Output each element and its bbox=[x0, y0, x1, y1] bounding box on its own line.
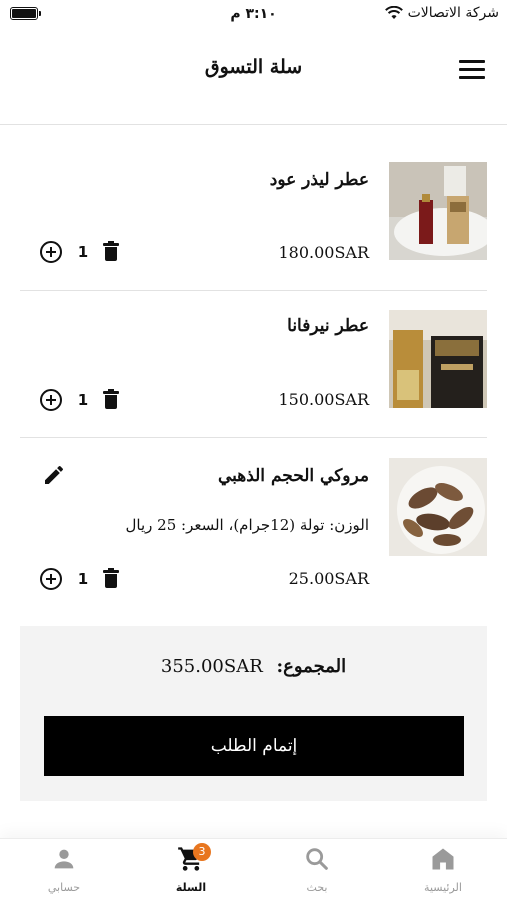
delete-icon[interactable] bbox=[103, 568, 119, 588]
item-name: عطر ليذر عود bbox=[269, 170, 369, 190]
item-name: عطر نيرفانا bbox=[287, 316, 369, 336]
header-divider bbox=[0, 124, 507, 125]
item-options: الوزن: تولة (12جرام)، السعر: 25 ريال bbox=[125, 516, 370, 534]
nav-item-search[interactable]: بحث bbox=[277, 845, 357, 894]
home-icon bbox=[432, 848, 454, 870]
item-quantity: 1 bbox=[77, 243, 89, 261]
item-price: 150.00SAR bbox=[278, 390, 369, 409]
bottom-nav: حسابي 3 السلة بحث الرئيسية bbox=[0, 838, 507, 900]
checkout-button[interactable]: إتمام الطلب bbox=[44, 716, 464, 776]
search-icon bbox=[306, 848, 328, 870]
app-header: سلة التسوق bbox=[0, 42, 507, 102]
item-divider bbox=[20, 290, 487, 291]
increase-quantity-button[interactable] bbox=[40, 568, 62, 590]
cart-item-golden-moroki: مروكي الحجم الذهبي الوزن: تولة (12جرام)،… bbox=[20, 458, 487, 598]
battery-icon bbox=[10, 7, 41, 20]
page-title: سلة التسوق bbox=[204, 56, 303, 78]
menu-icon[interactable] bbox=[459, 60, 485, 82]
edit-icon[interactable] bbox=[42, 463, 66, 487]
item-quantity: 1 bbox=[77, 570, 89, 588]
order-total: المجموع: 355.00SAR bbox=[20, 656, 487, 677]
quantity-control: 1 bbox=[40, 389, 119, 411]
status-bar: شركة الاتصالات ٣:١٠ م bbox=[0, 0, 507, 28]
order-summary: المجموع: 355.00SAR إتمام الطلب bbox=[20, 626, 487, 801]
delete-icon[interactable] bbox=[103, 241, 119, 261]
item-quantity: 1 bbox=[77, 391, 89, 409]
quantity-control: 1 bbox=[40, 241, 119, 263]
nav-item-home[interactable]: الرئيسية bbox=[403, 845, 483, 894]
nav-label: حسابي bbox=[47, 881, 81, 894]
cart-item-leather-oud: عطر ليذر عود 180.00SAR 1 bbox=[20, 162, 487, 263]
item-price: 25.00SAR bbox=[288, 569, 369, 588]
nav-label: الرئيسية bbox=[424, 881, 462, 894]
item-price: 180.00SAR bbox=[278, 243, 369, 262]
nav-label: بحث bbox=[306, 881, 328, 894]
nav-item-account[interactable]: حسابي bbox=[24, 845, 104, 894]
increase-quantity-button[interactable] bbox=[40, 241, 62, 263]
product-image-leather-oud bbox=[389, 162, 487, 260]
increase-quantity-button[interactable] bbox=[40, 389, 62, 411]
total-value: 355.00SAR bbox=[160, 656, 263, 677]
quantity-control: 1 bbox=[40, 568, 119, 590]
cart-item-nirvana: عطر نيرفانا 150.00SAR 1 bbox=[20, 310, 487, 411]
status-time: ٣:١٠ م bbox=[230, 6, 277, 22]
delete-icon[interactable] bbox=[103, 389, 119, 409]
item-name: مروكي الحجم الذهبي bbox=[217, 466, 369, 486]
item-divider bbox=[20, 437, 487, 438]
total-label: المجموع: bbox=[276, 656, 347, 677]
product-image-golden-moroki bbox=[389, 458, 487, 556]
nav-label: السلة bbox=[175, 881, 207, 894]
product-image-nirvana bbox=[389, 310, 487, 408]
nav-item-cart[interactable]: 3 السلة bbox=[151, 843, 231, 894]
person-icon bbox=[54, 849, 74, 869]
cart-count-badge: 3 bbox=[193, 843, 211, 861]
